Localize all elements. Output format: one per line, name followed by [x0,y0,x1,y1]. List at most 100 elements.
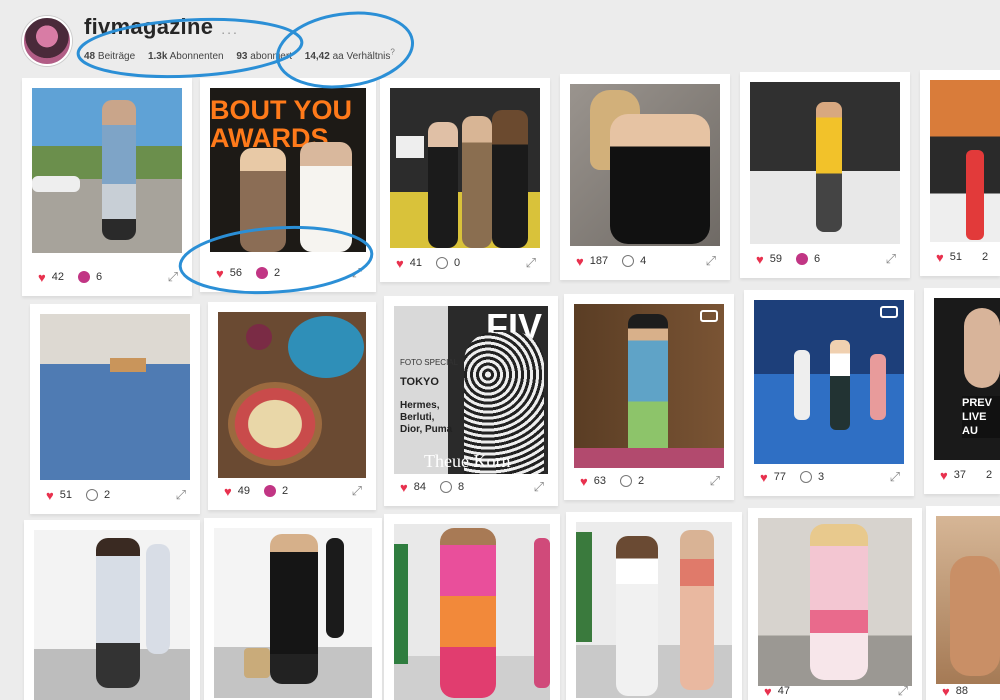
post-photo[interactable]: PREV LIVE AU [934,298,1000,460]
post-photo[interactable] [754,300,904,464]
photo-caption: Theue Korn [424,451,511,471]
comment-icon [619,475,632,487]
post-meta: ♥ 56 2 ⤢ [216,262,362,284]
post-photo[interactable] [40,314,190,480]
like-count: 84 [413,481,426,493]
post-photo[interactable] [34,530,190,700]
expand-icon[interactable]: ⤢ [176,487,186,503]
like-count: 51 [949,251,962,263]
post-photo[interactable] [218,312,366,478]
post-card[interactable]: ♥ 42 6 ⤢ [22,78,192,296]
video-icon [880,306,898,318]
like-count: 63 [593,475,606,487]
post-photo[interactable] [390,88,540,248]
comment-count: 2 [981,251,989,263]
post-card[interactable] [566,512,742,700]
post-card[interactable]: ♥ 88 [926,506,1000,700]
heart-icon: ♥ [38,269,46,285]
photo-caption: TOKYO [400,376,439,388]
comment-icon [439,481,452,493]
comment-count: 4 [640,255,647,267]
post-photo[interactable] [936,516,1000,684]
like-count: 37 [953,469,966,481]
post-meta: ♥ 84 8 ⤢ [400,476,544,498]
post-card[interactable]: ♥ 77 3 ⤢ [744,290,914,496]
post-card[interactable]: ♥ 63 2 ⤢ [564,294,734,500]
heart-icon: ♥ [760,469,768,485]
post-card[interactable] [204,518,382,700]
like-count: 51 [59,489,72,501]
post-meta: ♥ 187 4 ⤢ [576,250,716,272]
photo-caption: FOTO SPECIAL [400,358,459,367]
like-count: 187 [589,255,609,267]
comment-count: 2 [985,469,993,481]
post-photo[interactable]: FIV FOTO SPECIAL TOKYO Hermes, Berluti, … [394,306,548,474]
photo-caption: PREV LIVE AU [962,396,1000,438]
comment-count: 2 [273,267,281,279]
post-meta: ♥ 63 2 ⤢ [580,470,720,492]
posts-grid: ♥ 42 6 ⤢ BOUT YOU AWARDS ♥ 56 2 ⤢ ♥ 41 0 ⤢ [0,0,1000,700]
comment-count: 8 [457,481,465,493]
expand-icon[interactable]: ⤢ [526,255,536,271]
expand-icon[interactable]: ⤢ [534,479,544,495]
comment-icon [77,271,90,283]
heart-icon: ♥ [400,479,408,495]
post-photo[interactable]: BOUT YOU AWARDS [210,88,366,252]
post-meta: ♥ 88 [942,680,986,700]
post-card[interactable]: BOUT YOU AWARDS ♥ 56 2 ⤢ [200,78,376,292]
post-meta: ♥ 51 2 ⤢ [46,484,186,506]
post-meta: ♥ 41 0 ⤢ [396,252,536,274]
post-card[interactable]: ♥ 41 0 ⤢ [380,78,550,282]
comment-count: 3 [817,471,825,483]
expand-icon[interactable]: ⤢ [886,251,896,267]
post-photo[interactable] [930,80,1000,242]
comment-icon [799,471,812,483]
post-card[interactable] [384,514,560,700]
post-meta: ♥ 37 2 [940,464,992,486]
comment-icon [85,489,98,501]
post-photo[interactable] [394,524,550,700]
expand-icon[interactable]: ⤢ [890,469,900,485]
heart-icon: ♥ [216,265,224,281]
post-card[interactable]: PREV LIVE AU ♥ 37 2 [924,288,1000,494]
post-card[interactable]: ♥ 51 2 ⤢ [30,304,200,514]
comment-icon [255,267,268,279]
expand-icon[interactable]: ⤢ [168,269,178,285]
post-photo[interactable] [750,82,900,244]
like-count: 77 [773,471,786,483]
post-photo[interactable] [758,518,912,686]
expand-icon[interactable]: ⤢ [710,473,720,489]
post-card[interactable]: ♥ 47 ⤢ [748,508,922,700]
post-card[interactable]: ♥ 51 2 [920,70,1000,276]
expand-icon[interactable]: ⤢ [706,253,716,269]
expand-icon[interactable]: ⤢ [898,683,908,699]
post-meta: ♥ 59 6 ⤢ [756,248,896,270]
like-count: 88 [955,685,968,697]
post-card[interactable]: FIV FOTO SPECIAL TOKYO Hermes, Berluti, … [384,296,558,506]
post-photo[interactable] [576,522,732,698]
comment-count: 2 [103,489,111,501]
expand-icon[interactable]: ⤢ [352,483,362,499]
comment-count: 2 [281,485,289,497]
heart-icon: ♥ [942,683,950,699]
post-photo[interactable] [32,88,182,253]
comment-count: 0 [453,257,461,269]
comment-icon [795,253,808,265]
post-card[interactable]: ♥ 49 2 ⤢ [208,302,376,510]
like-count: 59 [769,253,782,265]
post-photo[interactable] [570,84,720,246]
post-photo[interactable] [214,528,372,698]
post-meta: ♥ 51 2 [936,246,989,268]
post-card[interactable] [24,520,200,700]
comment-count: 6 [813,253,821,265]
like-count: 56 [229,267,242,279]
post-photo[interactable] [574,304,724,468]
expand-icon[interactable]: ⤢ [352,265,362,281]
heart-icon: ♥ [756,251,764,267]
photo-caption: Hermes, Berluti, Dior, Puma [400,400,453,435]
post-card[interactable]: ♥ 187 4 ⤢ [560,74,730,280]
heart-icon: ♥ [46,487,54,503]
post-card[interactable]: ♥ 59 6 ⤢ [740,72,910,278]
heart-icon: ♥ [764,683,772,699]
like-count: 41 [409,257,422,269]
